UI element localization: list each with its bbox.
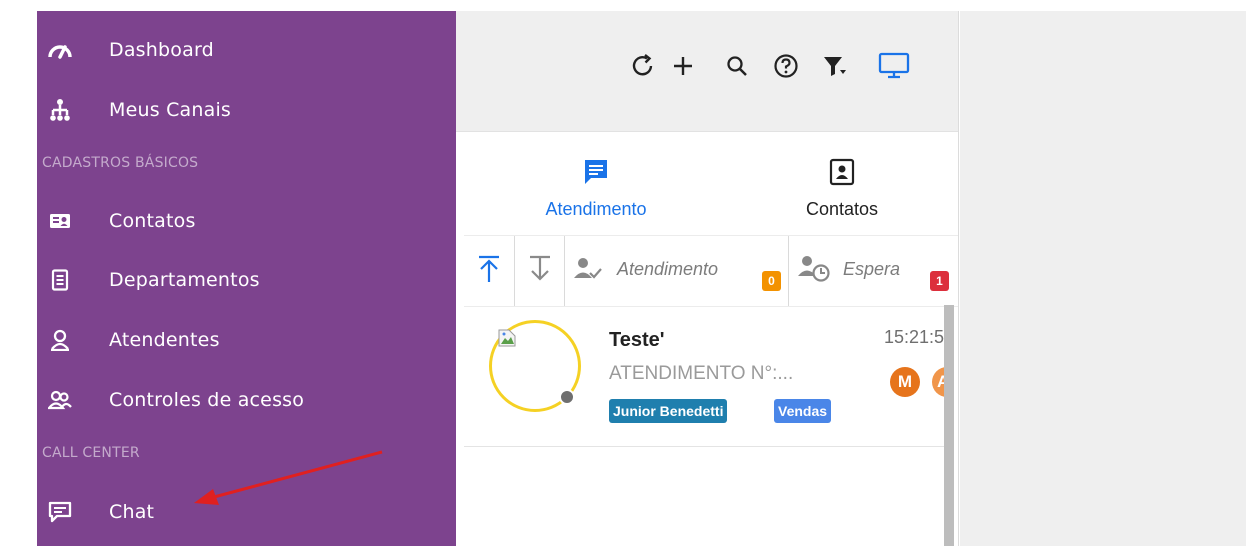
annotation-arrow [194, 450, 383, 505]
